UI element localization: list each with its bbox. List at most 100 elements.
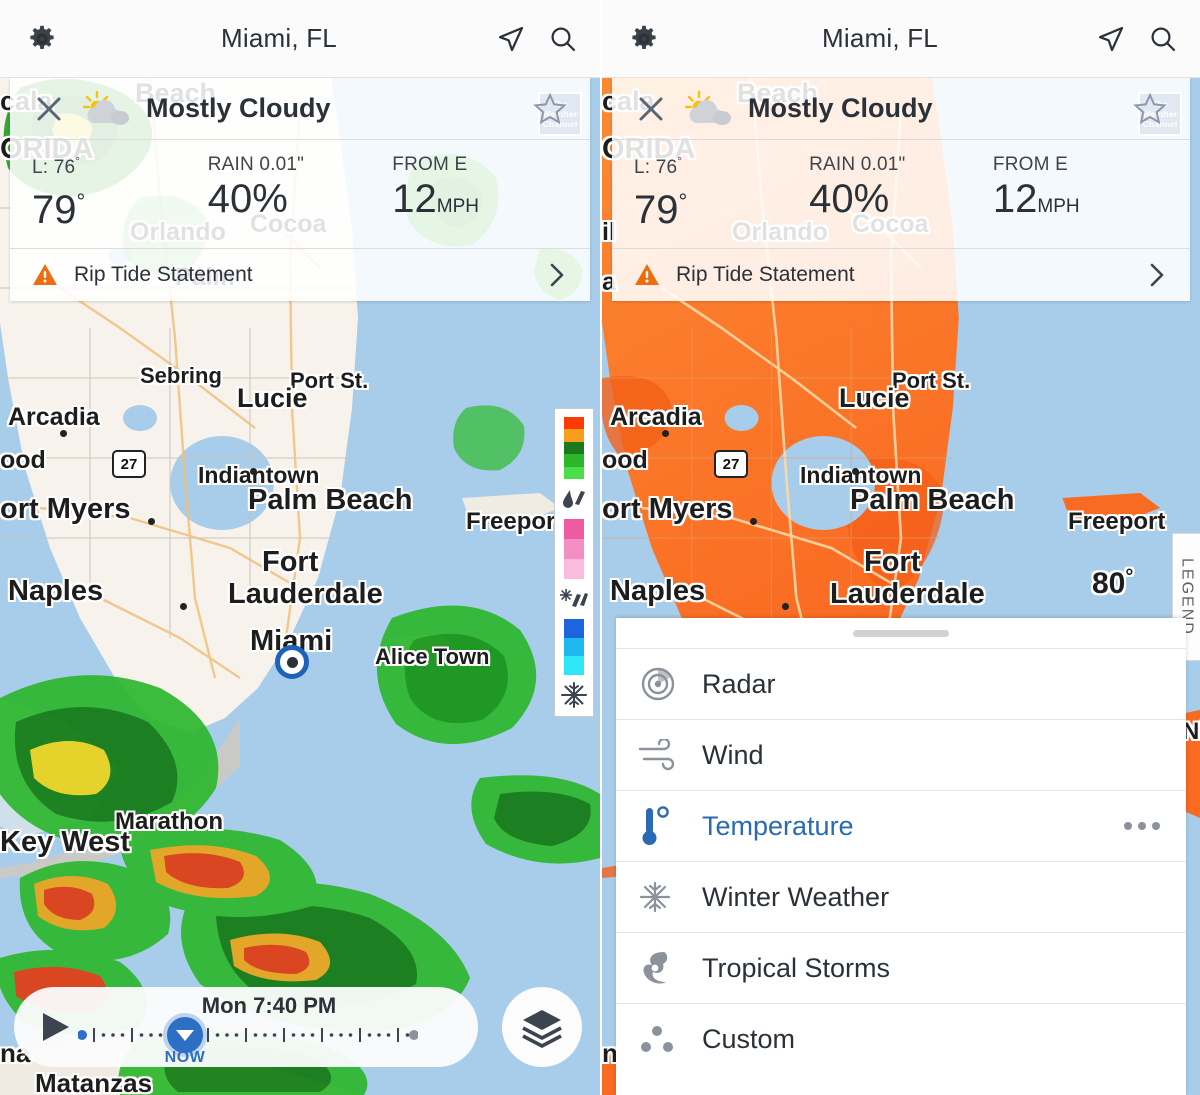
layer-row-tropical-storms[interactable]: Tropical Storms xyxy=(616,932,1186,1003)
custom-dots-icon xyxy=(638,1022,702,1056)
close-icon[interactable] xyxy=(634,92,668,126)
radar-legend[interactable] xyxy=(554,408,594,717)
city-dot xyxy=(750,518,757,525)
screenshot-root: Miami, FL Sebring Port St. Lucie Arcadia… xyxy=(0,0,1200,1095)
stat-label: RAIN 0.01" xyxy=(207,154,305,175)
wind-icon xyxy=(638,739,702,771)
sheet-drag-handle[interactable] xyxy=(616,618,1186,648)
layer-row-winter-weather[interactable]: Winter Weather xyxy=(616,861,1186,932)
stat-label: L: 76° xyxy=(32,154,81,178)
chevron-right-icon[interactable] xyxy=(546,261,568,289)
stat-label: L: 76° xyxy=(634,154,683,178)
stat-wind: FROM E 12MPH xyxy=(392,154,568,232)
weather-card-left[interactable]: Mostly Cloudy L: 76° 79° RAIN 0.01" 40% FROM… xyxy=(10,78,590,301)
stat-value: 79° xyxy=(634,188,688,232)
sun-behind-cloud-icon xyxy=(682,90,734,127)
navigation-arrow-icon[interactable] xyxy=(1096,24,1126,54)
layer-row-wind[interactable]: Wind xyxy=(616,719,1186,790)
radar-icon xyxy=(638,664,702,704)
page-title: Miami, FL xyxy=(221,23,337,53)
sun-behind-cloud-icon xyxy=(80,90,132,127)
weather-card-header: Mostly Cloudy xyxy=(10,78,590,140)
layer-label: Custom xyxy=(702,1023,796,1054)
gear-icon[interactable] xyxy=(624,19,664,59)
alert-text: Rip Tide Statement xyxy=(676,263,855,286)
current-location-marker[interactable] xyxy=(275,645,309,679)
layers-stack-icon xyxy=(522,1010,562,1048)
city-dot xyxy=(852,468,859,475)
snow-rain-mix-icon xyxy=(559,586,589,612)
timeline-time: Mon 7:40 PM xyxy=(201,993,337,1018)
star-outline-icon[interactable] xyxy=(1132,91,1168,127)
city-dot xyxy=(782,603,789,610)
mix-intensity-bar xyxy=(564,519,584,579)
rain-intensity-bar xyxy=(564,417,584,480)
weather-card-right[interactable]: Mostly Cloudy L: 76° 79° RAIN 0.01" 40% FROM… xyxy=(612,78,1190,301)
search-icon[interactable] xyxy=(1148,24,1178,54)
stat-label: RAIN 0.01" xyxy=(809,154,906,175)
layer-label: Tropical Storms xyxy=(702,952,891,983)
stat-rain: RAIN 0.01" 40% xyxy=(208,154,393,232)
weather-stats-row: L: 76° 79° RAIN 0.01" 40% FROM E 12MPH xyxy=(612,140,1190,249)
weather-stats-row: L: 76° 79° RAIN 0.01" 40% FROM E 12MPH xyxy=(10,140,590,249)
layer-label: Winter Weather xyxy=(702,881,890,912)
layer-selection-sheet[interactable]: Radar Wind Temperature Winter Weather Tropic… xyxy=(616,618,1186,1095)
hurricane-icon xyxy=(638,948,702,988)
timeline-scrubber[interactable]: Mon 7:40 PM NOW xyxy=(78,987,460,1067)
layer-row-temperature[interactable]: Temperature xyxy=(616,790,1186,861)
route-shield-27: 27 xyxy=(112,450,146,478)
weather-condition: Mostly Cloudy xyxy=(748,93,933,123)
close-icon[interactable] xyxy=(32,92,66,126)
layer-row-custom[interactable]: Custom xyxy=(616,1003,1186,1074)
stat-temperature: L: 76° 79° xyxy=(634,154,809,232)
layer-label: Temperature xyxy=(702,810,854,841)
play-icon[interactable] xyxy=(32,1007,78,1047)
layer-overflow-menu-icon[interactable] xyxy=(1124,822,1164,830)
weather-condition: Mostly Cloudy xyxy=(146,93,331,123)
stat-temperature: L: 76° 79° xyxy=(32,154,208,232)
radar-timeline[interactable]: Mon 7:40 PM NOW xyxy=(14,987,478,1067)
route-shield-27: 27 xyxy=(714,450,748,478)
gear-icon[interactable] xyxy=(22,19,62,59)
layers-button[interactable] xyxy=(502,987,582,1067)
chevron-right-icon[interactable] xyxy=(1146,261,1168,289)
stat-value: 79° xyxy=(32,188,86,232)
city-dot xyxy=(662,430,669,437)
layer-list: Radar Wind Temperature Winter Weather Tropic… xyxy=(616,648,1186,1074)
layer-row-radar[interactable]: Radar xyxy=(616,648,1186,719)
snowflake-icon xyxy=(638,880,702,914)
navigation-arrow-icon[interactable] xyxy=(496,24,526,54)
route-number: 27 xyxy=(120,455,138,473)
stat-value: 12MPH xyxy=(392,177,479,221)
top-bar-right: Miami, FL xyxy=(602,0,1200,78)
temp-degree: ° xyxy=(1125,566,1134,588)
stat-rain: RAIN 0.01" 40% xyxy=(809,154,993,232)
warning-triangle-icon xyxy=(634,263,664,287)
layer-label: Wind xyxy=(702,739,764,770)
city-dot xyxy=(60,430,67,437)
right-screen-temperature: Miami, FL il a Port St. Lucie Arcadia In… xyxy=(600,0,1200,1095)
alert-row[interactable]: Rip Tide Statement xyxy=(612,249,1190,301)
top-bar-left: Miami, FL xyxy=(0,0,600,78)
stat-wind: FROM E 12MPH xyxy=(993,154,1168,232)
alert-text: Rip Tide Statement xyxy=(74,263,253,286)
route-number: 27 xyxy=(722,455,740,473)
timeline-now-label: NOW xyxy=(164,1049,206,1066)
timeline-ticks xyxy=(78,1028,418,1042)
city-dot xyxy=(180,603,187,610)
warning-triangle-icon xyxy=(32,263,62,287)
temp-value: 80 xyxy=(1092,567,1126,600)
stat-label: FROM E xyxy=(392,154,468,175)
star-outline-icon[interactable] xyxy=(532,91,568,127)
page-title: Miami, FL xyxy=(822,23,938,53)
snowflake-icon xyxy=(560,682,588,708)
search-icon[interactable] xyxy=(548,24,578,54)
layer-label: Radar xyxy=(702,668,776,699)
city-dot xyxy=(148,518,155,525)
stat-value: 40% xyxy=(207,177,288,221)
stat-value: 40% xyxy=(809,177,890,221)
rain-drops-icon xyxy=(561,486,587,512)
left-screen-radar: Miami, FL Sebring Port St. Lucie Arcadia… xyxy=(0,0,600,1095)
alert-row[interactable]: Rip Tide Statement xyxy=(10,249,590,301)
thermometer-icon xyxy=(638,804,702,848)
